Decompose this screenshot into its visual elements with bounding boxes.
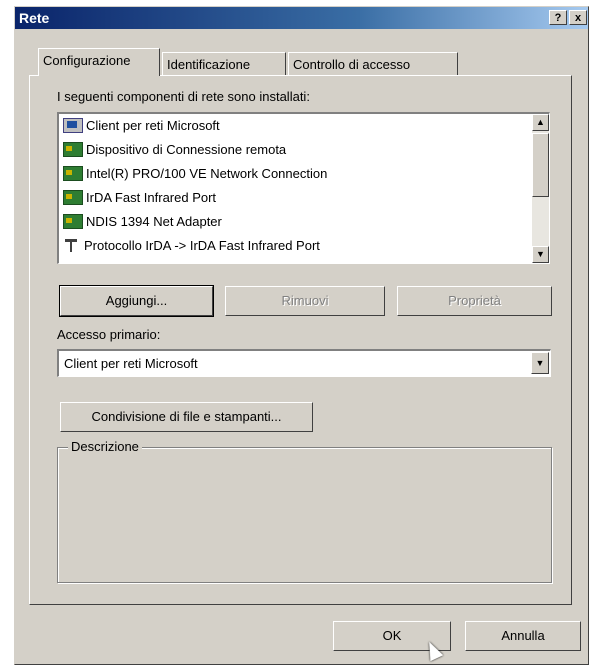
- list-item[interactable]: Dispositivo di Connessione remota: [63, 139, 286, 161]
- list-item[interactable]: NDIS 1394 Net Adapter: [63, 211, 222, 233]
- scroll-down-button[interactable]: ▼: [532, 246, 549, 263]
- vertical-scrollbar[interactable]: ▲ ▼: [532, 114, 549, 263]
- adapter-icon: [63, 214, 83, 230]
- window-title: Rete: [19, 10, 50, 26]
- list-item[interactable]: IrDA Fast Infrared Port: [63, 187, 216, 209]
- primary-logon-label: Accesso primario:: [57, 327, 161, 342]
- properties-button[interactable]: Proprietà: [397, 286, 552, 316]
- primary-logon-select[interactable]: Client per reti Microsoft ▼: [57, 349, 551, 377]
- list-item-label: Intel(R) PRO/100 VE Network Connection: [86, 166, 328, 181]
- cancel-button[interactable]: Annulla: [465, 621, 581, 651]
- list-item[interactable]: Protocollo IrDA -> IrDA Fast Infrared Po…: [63, 235, 320, 257]
- components-listbox[interactable]: Client per reti Microsoft Dispositivo di…: [57, 112, 550, 264]
- title-bar[interactable]: Rete ? x: [15, 7, 588, 29]
- tab-configuration[interactable]: Configurazione: [38, 48, 160, 76]
- list-item-label: Dispositivo di Connessione remota: [86, 142, 287, 157]
- scroll-thumb[interactable]: [532, 133, 549, 197]
- list-item[interactable]: Client per reti Microsoft: [63, 115, 220, 137]
- list-item-label: IrDA Fast Infrared Port: [86, 190, 217, 205]
- client-icon: [63, 118, 83, 134]
- protocol-icon: [63, 238, 81, 253]
- components-heading: I seguenti componenti di rete sono insta…: [57, 89, 310, 104]
- primary-logon-value: Client per reti Microsoft: [64, 356, 198, 371]
- close-button[interactable]: x: [569, 10, 587, 25]
- help-button[interactable]: ?: [549, 10, 567, 25]
- network-dialog: Rete ? x Configurazione Identificazione …: [14, 6, 589, 665]
- list-item-label: Protocollo IrDA -> IrDA Fast Infrared Po…: [84, 238, 320, 253]
- file-printer-sharing-button[interactable]: Condivisione di file e stampanti...: [60, 402, 313, 432]
- description-label: Descrizione: [68, 439, 142, 454]
- adapter-icon: [63, 142, 83, 158]
- chevron-down-icon[interactable]: ▼: [531, 352, 549, 374]
- description-group: Descrizione: [57, 439, 552, 583]
- adapter-icon: [63, 190, 83, 206]
- add-button[interactable]: Aggiungi...: [59, 285, 214, 317]
- tab-identification[interactable]: Identificazione: [162, 52, 286, 76]
- remove-button[interactable]: Rimuovi: [225, 286, 385, 316]
- adapter-icon: [63, 166, 83, 182]
- scroll-up-button[interactable]: ▲: [532, 114, 549, 131]
- list-item-label: Client per reti Microsoft: [86, 118, 220, 133]
- tab-access-control[interactable]: Controllo di accesso: [288, 52, 458, 76]
- list-item[interactable]: Intel(R) PRO/100 VE Network Connection: [63, 163, 327, 185]
- list-item-label: NDIS 1394 Net Adapter: [86, 214, 222, 229]
